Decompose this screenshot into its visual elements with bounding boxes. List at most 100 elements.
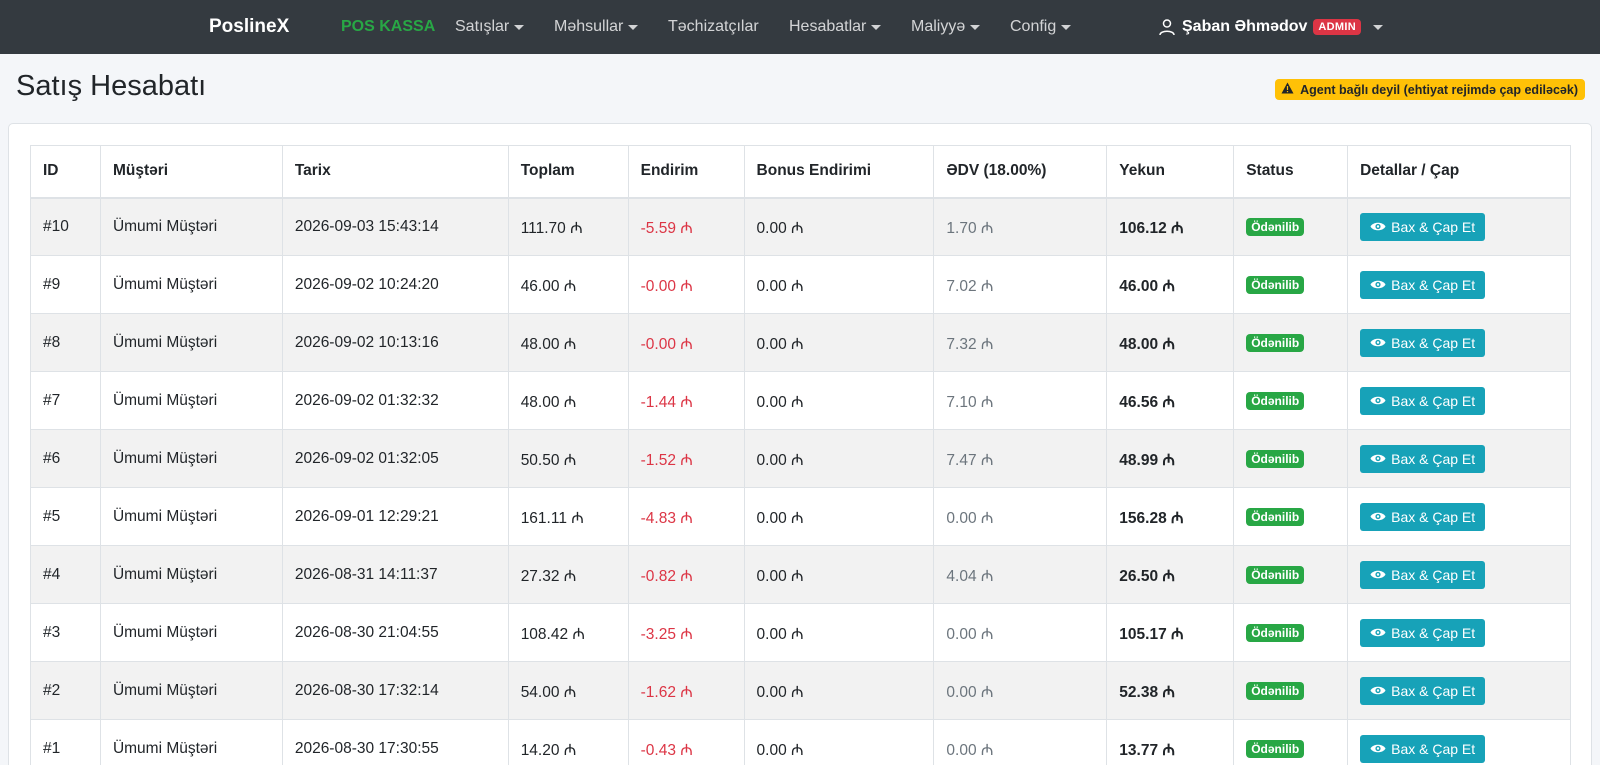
nav-techizatcilar[interactable]: Təchizatçılar <box>668 0 759 54</box>
cell-discount: -0.00 ₼ <box>627 313 745 372</box>
cell-id: #8 <box>30 313 101 372</box>
view-print-button[interactable]: Bax & Çap Et <box>1360 212 1486 241</box>
view-print-button[interactable]: Bax & Çap Et <box>1360 734 1486 763</box>
sales-table-body: #10 Ümumi Müştəri 2026-09-03 15:43:14 11… <box>30 197 1571 765</box>
cell-discount: -0.43 ₼ <box>627 719 745 765</box>
nav-mehsullar[interactable]: Məhsullar <box>554 0 639 54</box>
table-row: #10 Ümumi Müştəri 2026-09-03 15:43:14 11… <box>30 197 1571 256</box>
chevron-down-icon <box>1372 24 1383 30</box>
nav-hesabatlar[interactable]: Hesabatlar <box>789 0 882 54</box>
eye-icon <box>1370 509 1386 525</box>
cell-details: Bax & Çap Et <box>1347 603 1571 662</box>
nav-config-label: Config <box>1010 18 1057 35</box>
view-print-button[interactable]: Bax & Çap Et <box>1360 444 1486 473</box>
cell-date: 2026-09-02 01:32:05 <box>281 429 509 488</box>
column-header-id[interactable]: ID <box>30 145 101 199</box>
cell-details: Bax & Çap Et <box>1347 255 1571 314</box>
column-header-date[interactable]: Tarix <box>281 145 509 199</box>
eye-icon <box>1370 277 1386 293</box>
cell-bonus: 0.00 ₼ <box>743 545 935 604</box>
cell-vat: 7.32 ₼ <box>933 313 1108 372</box>
cell-final: 46.00 ₼ <box>1106 255 1235 314</box>
table-row: #9 Ümumi Müştəri 2026-09-02 10:24:20 46.… <box>30 255 1571 314</box>
cell-date: 2026-09-02 10:24:20 <box>281 255 509 314</box>
cell-date: 2026-08-30 17:30:55 <box>281 719 509 765</box>
cell-date: 2026-08-30 17:32:14 <box>281 661 509 720</box>
cell-bonus: 0.00 ₼ <box>743 255 935 314</box>
brand-logo[interactable]: PoslineX <box>209 0 289 54</box>
view-print-label: Bax & Çap Et <box>1391 508 1476 525</box>
cell-status: Ödənilib <box>1233 313 1349 372</box>
table-row: #4 Ümumi Müştəri 2026-08-31 14:11:37 27.… <box>30 545 1571 604</box>
column-header-final[interactable]: Yekun <box>1106 145 1235 199</box>
column-header-total[interactable]: Toplam <box>507 145 629 199</box>
status-badge: Ödənilib <box>1246 391 1305 410</box>
status-badge: Ödənilib <box>1246 623 1305 642</box>
cell-total: 48.00 ₼ <box>507 371 629 430</box>
cell-discount: -5.59 ₼ <box>627 197 745 256</box>
cell-discount: -1.52 ₼ <box>627 429 745 488</box>
nav-satislar[interactable]: Satışlar <box>455 0 525 54</box>
view-print-label: Bax & Çap Et <box>1391 450 1476 467</box>
cell-status: Ödənilib <box>1233 545 1349 604</box>
view-print-button[interactable]: Bax & Çap Et <box>1360 676 1486 705</box>
agent-warning-badge: Agent bağlı deyil (ehtiyat rejimdə çap e… <box>1275 79 1585 100</box>
nav-pos-kassa-label: POS KASSA <box>341 18 436 35</box>
view-print-button[interactable]: Bax & Çap Et <box>1360 270 1486 299</box>
cell-total: 46.00 ₼ <box>507 255 629 314</box>
user-name: Şaban Əhmədov <box>1182 18 1308 35</box>
status-badge: Ödənilib <box>1246 333 1305 352</box>
view-print-button[interactable]: Bax & Çap Et <box>1360 502 1486 531</box>
admin-badge: ADMIN <box>1313 19 1361 35</box>
view-print-button[interactable]: Bax & Çap Et <box>1360 328 1486 357</box>
column-header-bonus-discount[interactable]: Bonus Endirimi <box>743 145 935 199</box>
cell-id: #9 <box>30 255 101 314</box>
cell-details: Bax & Çap Et <box>1347 545 1571 604</box>
cell-bonus: 0.00 ₼ <box>743 661 935 720</box>
cell-date: 2026-09-02 01:32:32 <box>281 371 509 430</box>
sales-table: ID Müştəri Tarix Toplam Endirim Bonus En… <box>30 145 1571 765</box>
cell-details: Bax & Çap Et <box>1347 371 1571 430</box>
column-header-discount[interactable]: Endirim <box>627 145 745 199</box>
cell-id: #10 <box>30 197 101 256</box>
cell-bonus: 0.00 ₼ <box>743 429 935 488</box>
cell-status: Ödənilib <box>1233 661 1349 720</box>
cell-vat: 7.47 ₼ <box>933 429 1108 488</box>
nav-pos-kassa[interactable]: POS KASSA <box>341 0 435 54</box>
nav-config[interactable]: Config <box>1010 0 1072 54</box>
eye-icon <box>1370 393 1386 409</box>
cell-bonus: 0.00 ₼ <box>743 719 935 765</box>
user-icon <box>1158 18 1176 36</box>
chevron-down-icon <box>628 24 639 30</box>
cell-final: 52.38 ₼ <box>1106 661 1235 720</box>
nav-maliyye[interactable]: Maliyyə <box>911 0 981 54</box>
column-header-vat[interactable]: ƏDV (18.00%) <box>933 145 1108 199</box>
eye-icon <box>1370 741 1386 757</box>
cell-vat: 7.02 ₼ <box>933 255 1108 314</box>
chevron-down-icon <box>1061 24 1072 30</box>
view-print-label: Bax & Çap Et <box>1391 682 1476 699</box>
cell-bonus: 0.00 ₼ <box>743 603 935 662</box>
cell-customer: Ümumi Müştəri <box>99 255 283 314</box>
cell-vat: 1.70 ₼ <box>933 197 1108 256</box>
cell-final: 156.28 ₼ <box>1106 487 1235 546</box>
status-badge: Ödənilib <box>1246 275 1305 294</box>
cell-total: 111.70 ₼ <box>507 197 629 256</box>
cell-date: 2026-09-01 12:29:21 <box>281 487 509 546</box>
cell-id: #5 <box>30 487 101 546</box>
column-header-customer[interactable]: Müştəri <box>99 145 283 199</box>
cell-status: Ödənilib <box>1233 197 1349 256</box>
cell-customer: Ümumi Müştəri <box>99 371 283 430</box>
cell-status: Ödənilib <box>1233 371 1349 430</box>
column-header-status[interactable]: Status <box>1233 145 1349 199</box>
view-print-label: Bax & Çap Et <box>1391 276 1476 293</box>
user-menu[interactable]: Şaban Əhmədov ADMIN <box>1158 0 1383 54</box>
view-print-button[interactable]: Bax & Çap Et <box>1360 560 1486 589</box>
view-print-button[interactable]: Bax & Çap Et <box>1360 618 1486 647</box>
cell-customer: Ümumi Müştəri <box>99 197 283 256</box>
eye-icon <box>1370 683 1386 699</box>
nav-techizatcilar-label: Təchizatçılar <box>668 18 759 35</box>
cell-details: Bax & Çap Et <box>1347 313 1571 372</box>
cell-final: 48.99 ₼ <box>1106 429 1235 488</box>
view-print-button[interactable]: Bax & Çap Et <box>1360 386 1486 415</box>
